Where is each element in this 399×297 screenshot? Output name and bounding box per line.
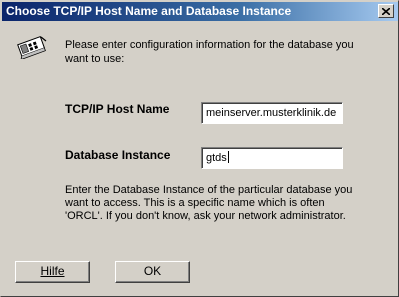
help-button[interactable]: Hilfe <box>15 261 90 283</box>
close-icon <box>382 7 390 15</box>
dialog-window: Choose TCP/IP Host Name and Database Ins… <box>0 0 399 297</box>
database-instance-field[interactable]: gtds <box>201 147 343 169</box>
text-caret <box>227 151 229 163</box>
database-instance-label: Database Instance <box>65 148 171 162</box>
help-button-label: Hilfe <box>40 264 65 278</box>
window-title: Choose TCP/IP Host Name and Database Ins… <box>6 4 292 18</box>
ok-button-label: OK <box>143 264 162 278</box>
host-name-value: meinserver.musterklinik.de <box>206 107 337 119</box>
ok-button[interactable]: OK <box>115 261 190 283</box>
database-instance-value: gtds <box>206 152 227 164</box>
intro-text: Please enter configuration information f… <box>65 39 354 65</box>
host-name-field[interactable]: meinserver.musterklinik.de <box>201 102 343 124</box>
close-button[interactable] <box>378 4 394 18</box>
host-name-label: TCP/IP Host Name <box>65 102 170 116</box>
network-card-icon <box>17 35 47 59</box>
title-bar[interactable]: Choose TCP/IP Host Name and Database Ins… <box>2 2 398 21</box>
help-text: Enter the Database Instance of the parti… <box>65 184 353 222</box>
